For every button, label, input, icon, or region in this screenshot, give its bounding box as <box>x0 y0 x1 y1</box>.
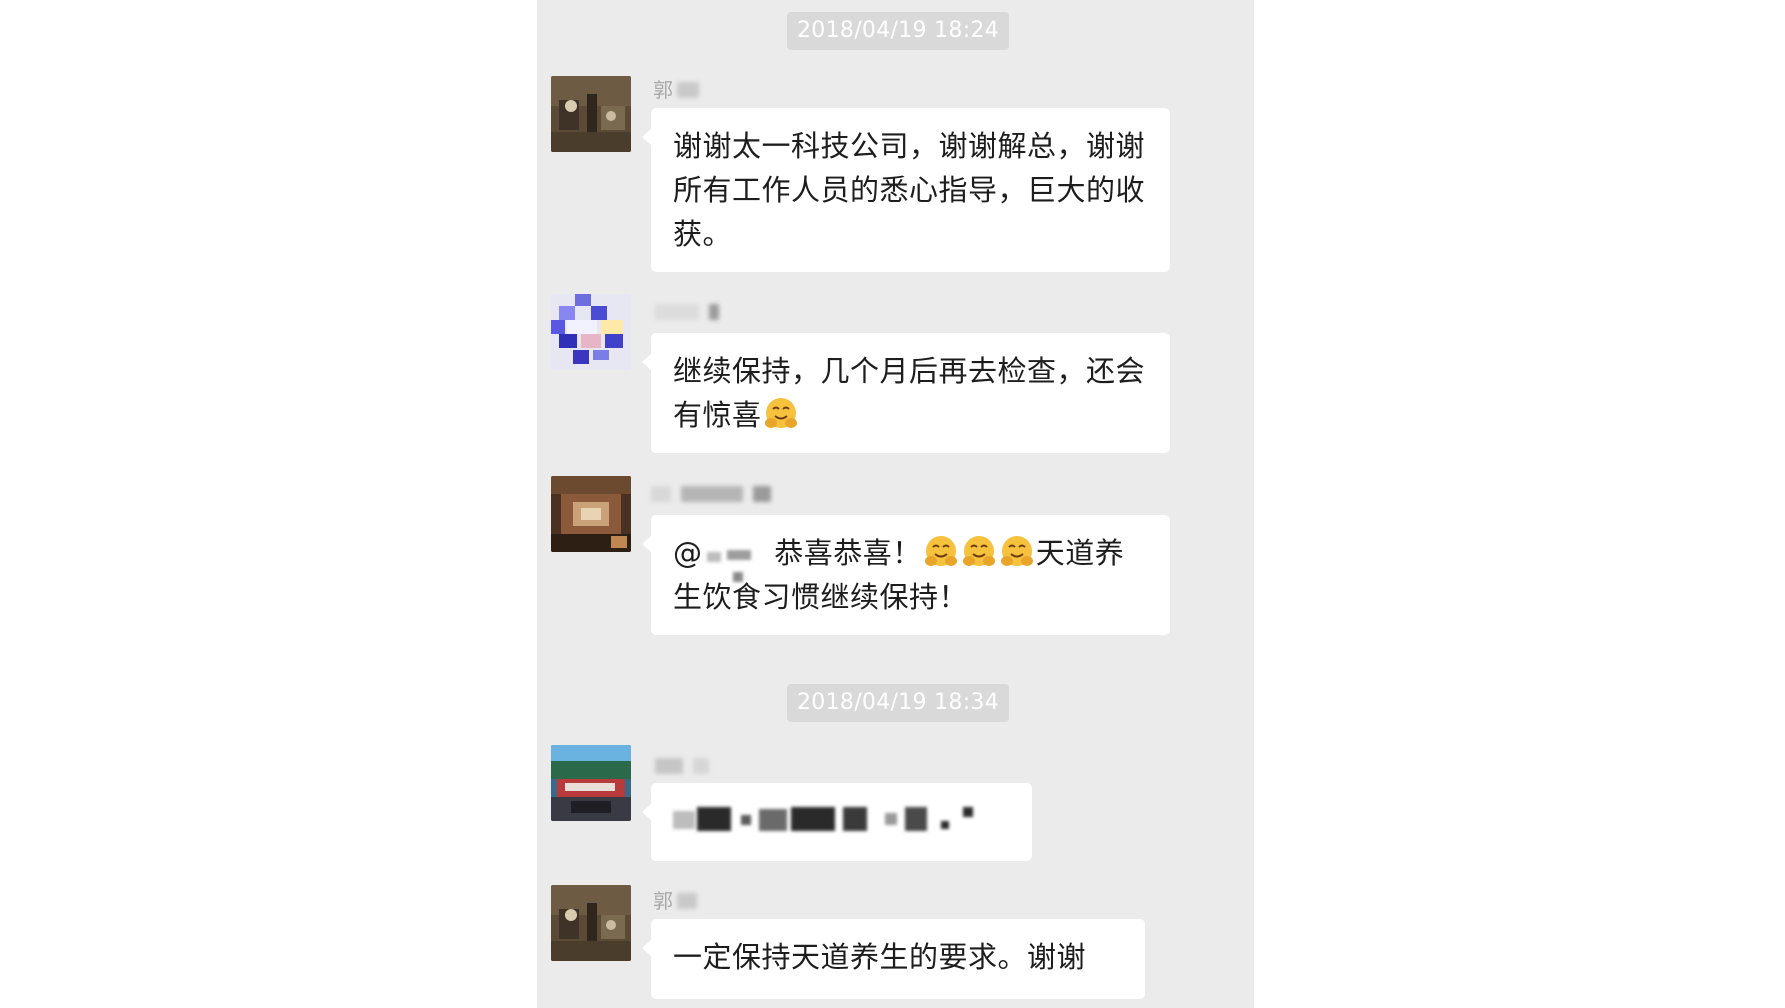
avatar[interactable] <box>551 294 631 370</box>
message-text: 谢谢太一科技公司，谢谢解总，谢谢所有工作人员的悉心指导，巨大的收获。 <box>673 129 1146 251</box>
message-bubble[interactable]: 一定保持天道养生的要求。谢谢 <box>642 919 1145 999</box>
chat-area: 2018/04/19 18:24 郭 谢谢太一科技公司，谢谢解总，谢谢所有工作人… <box>537 0 1254 1008</box>
mention-name-redacted[interactable] <box>703 540 765 582</box>
avatar[interactable] <box>551 476 631 552</box>
avatar[interactable] <box>551 745 631 821</box>
sender-name <box>653 298 813 326</box>
message-bubble[interactable]: @ 恭喜恭喜！ 天道养生饮食习惯继续保持！ <box>642 515 1170 635</box>
avatar[interactable] <box>551 76 631 152</box>
sender-name: 郭 <box>653 76 813 104</box>
sender-name <box>651 480 813 508</box>
mention-at: @ <box>673 536 703 570</box>
timestamp: 2018/04/19 18:34 <box>787 684 1009 722</box>
sender-name <box>653 752 813 780</box>
hug-face-emoji <box>763 395 799 431</box>
message-bubble[interactable]: 谢谢太一科技公司，谢谢解总，谢谢所有工作人员的悉心指导，巨大的收获。 <box>642 108 1170 272</box>
message-text: 一定保持天道养生的要求。谢谢 <box>673 940 1087 974</box>
sender-name: 郭 <box>653 887 813 915</box>
avatar[interactable] <box>551 885 631 961</box>
hug-face-emoji <box>961 533 997 569</box>
sender-name-text: 郭 <box>653 78 673 102</box>
sender-name-text: 郭 <box>653 889 673 913</box>
hug-face-emoji <box>999 533 1035 569</box>
message-bubble[interactable]: 继续保持，几个月后再去检查，还会有惊喜 <box>642 333 1170 453</box>
message-text: 继续保持，几个月后再去检查，还会有惊喜 <box>673 354 1146 432</box>
message-bubble[interactable] <box>642 783 1032 861</box>
timestamp: 2018/04/19 18:24 <box>787 12 1009 50</box>
message-text: 恭喜恭喜！ <box>774 536 922 570</box>
hug-face-emoji <box>923 533 959 569</box>
